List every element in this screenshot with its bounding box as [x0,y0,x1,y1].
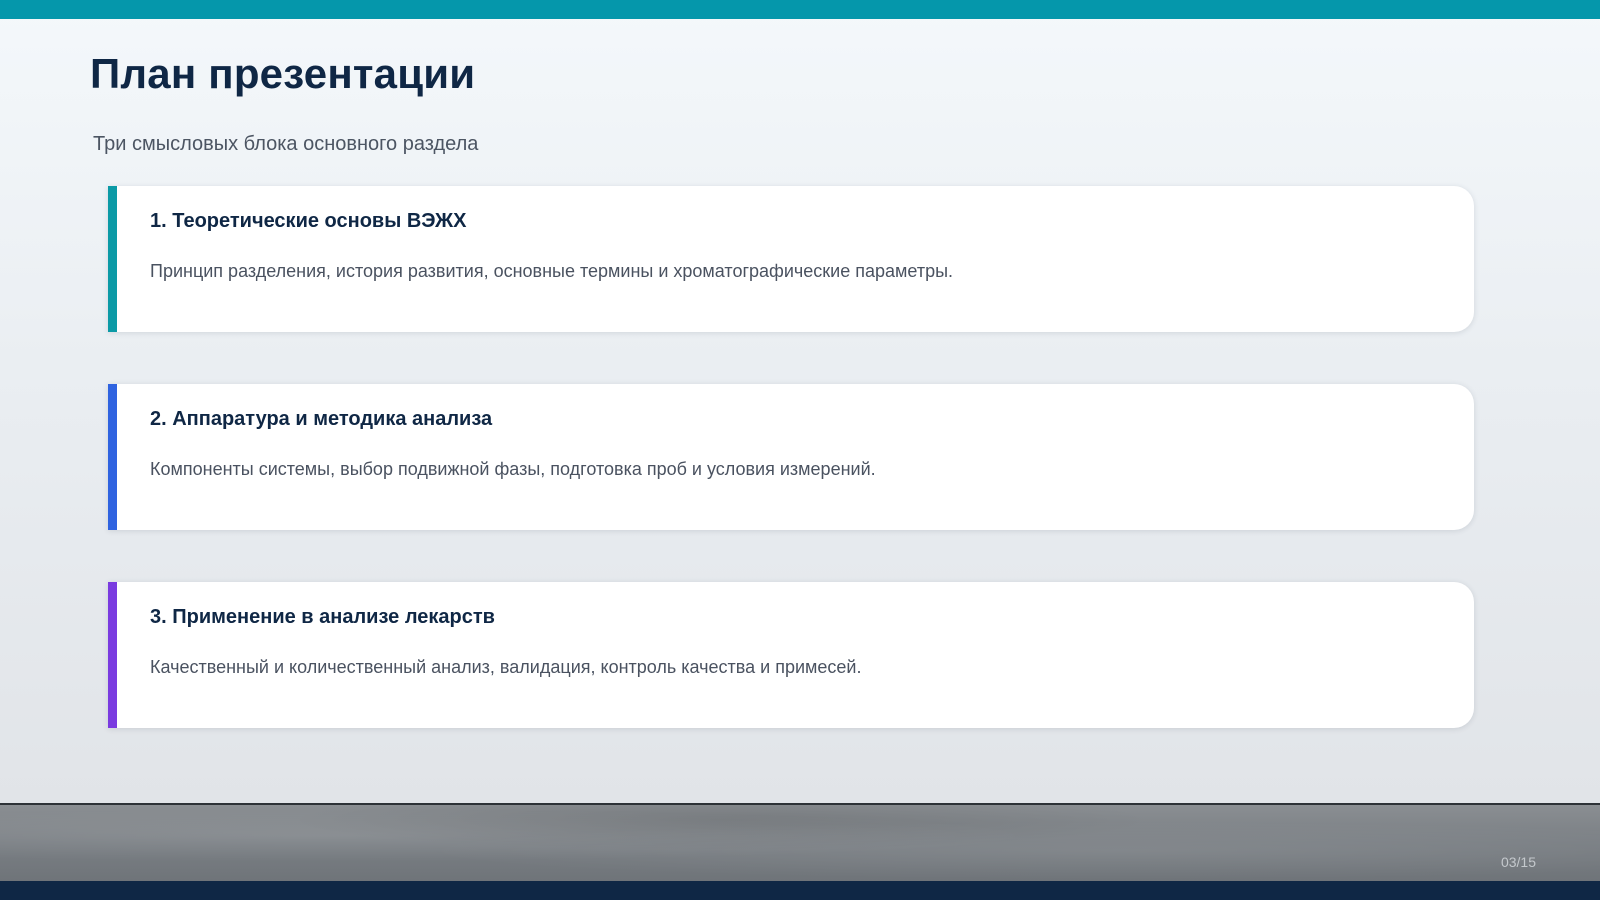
card-description: Качественный и количественный анализ, ва… [150,657,862,677]
top-accent-bar [0,0,1600,19]
agenda-card-3: 3. Применение в анализе лекарств Качеств… [108,582,1474,728]
footer-texture-band [0,803,1600,881]
card-description: Принцип разделения, история развития, ос… [150,261,954,281]
card-accent-bar [108,186,117,332]
card-title: 3. Применение в анализе лекарств [150,606,495,628]
card-accent-bar [108,582,117,728]
agenda-card-1: 1. Теоретические основы ВЭЖХ Принцип раз… [108,186,1474,332]
card-description: Компоненты системы, выбор подвижной фазы… [150,459,876,479]
slide-subtitle: Три смысловых блока основного раздела [93,133,479,155]
slide-title: План презентации [90,50,476,97]
card-accent-bar [108,384,117,530]
agenda-card-2: 2. Аппаратура и методика анализа Компоне… [108,384,1474,530]
card-title: 2. Аппаратура и методика анализа [150,408,493,430]
card-title: 1. Теоретические основы ВЭЖХ [150,210,467,232]
page-indicator: 03/15 [1500,854,1536,870]
bottom-accent-bar [0,881,1600,900]
